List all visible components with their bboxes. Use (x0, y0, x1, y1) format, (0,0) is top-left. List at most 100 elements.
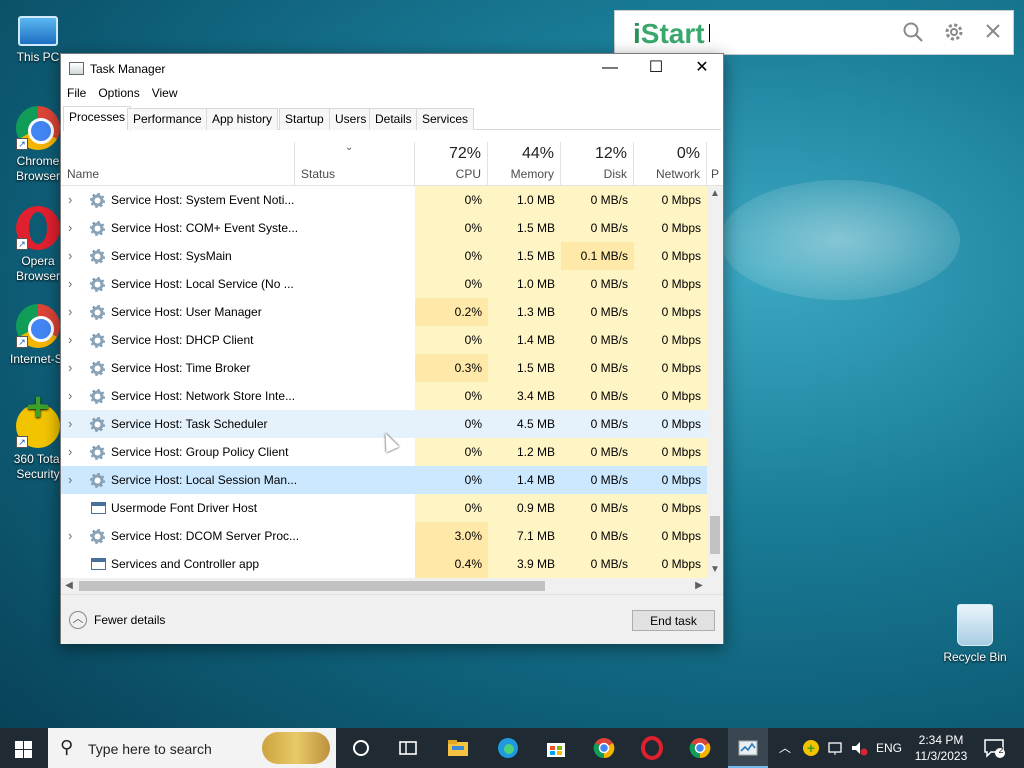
task-view-circle-icon[interactable] (349, 736, 373, 760)
tab-users[interactable]: Users (329, 108, 373, 130)
fewer-details-link[interactable]: Fewer details (94, 613, 165, 627)
tray-chevron-up-icon[interactable]: ︿ (779, 728, 791, 768)
column-header-cpu[interactable]: 72% CPU (415, 142, 488, 186)
expand-chevron-icon[interactable]: › (68, 298, 78, 326)
search-icon: ⚲ (60, 737, 74, 757)
title-bar[interactable]: Task Manager — ☐ ✕ (61, 54, 723, 84)
table-row[interactable]: › Service Host: User Manager 0.2% 1.3 MB 0 M… (61, 298, 707, 326)
tab-processes[interactable]: Processes (63, 106, 132, 131)
chevron-up-icon[interactable]: ︿ (69, 611, 87, 629)
taskbar-task-manager[interactable] (728, 728, 768, 768)
process-name: Usermode Font Driver Host (111, 501, 258, 515)
menu-view[interactable]: View (146, 84, 184, 102)
disk-value: 0 MB/s (561, 382, 634, 410)
chrome-icon[interactable] (592, 736, 616, 760)
table-row[interactable]: › Service Host: Local Service (No ... 0% 1.… (61, 270, 707, 298)
expand-chevron-icon[interactable]: › (68, 214, 78, 242)
vertical-scroll-thumb[interactable] (710, 516, 720, 554)
file-explorer-icon[interactable] (446, 736, 470, 760)
tab-services[interactable]: Services (416, 108, 475, 130)
table-row[interactable]: › Service Host: Network Store Inte... 0% 3.… (61, 382, 707, 410)
tab-details[interactable]: Details (369, 108, 418, 130)
search-icon[interactable] (901, 21, 925, 45)
vertical-scrollbar[interactable]: ▲ ▼ (707, 186, 723, 578)
disk-value: 0 MB/s (561, 186, 634, 214)
tab-app-history[interactable]: App history (206, 108, 279, 130)
column-header-memory[interactable]: 44% Memory (488, 142, 561, 186)
expand-chevron-icon[interactable]: › (68, 466, 78, 494)
clock[interactable]: 2:34 PM 11/3/2023 (906, 732, 976, 764)
scroll-up-icon[interactable]: ▲ (707, 186, 723, 202)
menu-file[interactable]: File (61, 84, 92, 102)
minimize-button[interactable]: — (587, 54, 633, 84)
menu-options[interactable]: Options (92, 84, 145, 102)
scroll-right-icon[interactable]: ▶ (691, 578, 707, 594)
desktop-icon-recycle-bin[interactable]: Recycle Bin (937, 604, 1013, 665)
tab-performance[interactable]: Performance (127, 108, 208, 130)
close-icon[interactable] (981, 21, 1005, 45)
edge-icon[interactable] (496, 736, 520, 760)
column-header-network[interactable]: 0% Network (634, 142, 707, 186)
cpu-value: 0% (415, 494, 488, 522)
column-header-power[interactable]: P (707, 142, 723, 186)
istart-search-bar[interactable]: iStart (614, 10, 1014, 55)
cpu-value: 0% (415, 186, 488, 214)
maximize-button[interactable]: ☐ (633, 54, 679, 84)
gear-icon (90, 417, 105, 432)
scroll-down-icon[interactable]: ▼ (707, 562, 723, 578)
notification-icon[interactable]: 2 (982, 736, 1006, 760)
table-row[interactable]: › Service Host: DCOM Server Proc... 3.0% 7.… (61, 522, 707, 550)
scroll-left-icon[interactable]: ◀ (61, 578, 77, 594)
opera-icon[interactable] (640, 736, 664, 760)
taskbar-search-box[interactable]: ⚲ Type here to search (48, 728, 336, 768)
cpu-value: 0.2% (415, 298, 488, 326)
column-header-disk[interactable]: 12% Disk (561, 142, 634, 186)
volume-muted-icon[interactable] (849, 736, 869, 760)
memory-value: 4.5 MB (488, 410, 561, 438)
expand-chevron-icon[interactable]: › (68, 242, 78, 270)
cpu-value: 0% (415, 326, 488, 354)
expand-chevron-icon[interactable]: › (68, 270, 78, 298)
table-row[interactable]: › Service Host: DHCP Client 0% 1.4 MB 0 MB/s… (61, 326, 707, 354)
expand-chevron-icon[interactable]: › (68, 326, 78, 354)
expand-chevron-icon[interactable]: › (68, 186, 78, 214)
table-row[interactable]: › Service Host: Time Broker 0.3% 1.5 MB 0 MB… (61, 354, 707, 382)
network-icon[interactable] (826, 736, 846, 760)
cpu-value: 0% (415, 270, 488, 298)
table-row[interactable]: › Service Host: COM+ Event Syste... 0% 1.5 … (61, 214, 707, 242)
istart-logo: iStart (633, 18, 705, 49)
task-view-icon[interactable] (396, 736, 420, 760)
column-header-status[interactable]: Status (295, 142, 415, 186)
close-button[interactable]: ✕ (679, 54, 725, 84)
horizontal-scrollbar[interactable]: ◀ ▶ (61, 578, 707, 594)
process-name: Service Host: Time Broker (111, 361, 251, 375)
column-header-name[interactable]: Name (61, 142, 295, 186)
table-row[interactable]: › Service Host: Local Session Man... 0% 1.4… (61, 466, 707, 494)
task-manager-window[interactable]: Task Manager — ☐ ✕ File Options View Proce… (60, 53, 724, 644)
start-button[interactable] (0, 728, 48, 768)
tab-startup[interactable]: Startup (279, 108, 330, 130)
app-window-icon (91, 502, 106, 514)
table-row[interactable]: › Service Host: System Event Noti... 0% 1.0… (61, 186, 707, 214)
language-indicator[interactable]: ENG (876, 728, 902, 768)
expand-chevron-icon[interactable]: › (68, 438, 78, 466)
end-task-button[interactable]: End task (632, 610, 715, 631)
memory-value: 7.1 MB (488, 522, 561, 550)
expand-chevron-icon[interactable]: › (68, 522, 78, 550)
disk-value: 0 MB/s (561, 326, 634, 354)
table-row[interactable]: › Service Host: SysMain 0% 1.5 MB 0.1 MB/s 0 … (61, 242, 707, 270)
taskbar: ⚲ Type here to search ︿ + ENG 2:34 PM 11… (0, 728, 1024, 768)
chrome-icon[interactable] (688, 736, 712, 760)
process-name: Service Host: DHCP Client (111, 333, 254, 347)
process-name: Service Host: System Event Noti... (111, 193, 295, 207)
expand-chevron-icon[interactable]: › (68, 410, 78, 438)
store-icon[interactable] (544, 736, 568, 760)
table-row[interactable]: Services and Controller app 0.4% 3.9 MB 0 M… (61, 550, 707, 578)
table-row[interactable]: Usermode Font Driver Host 0% 0.9 MB 0 MB/s 0… (61, 494, 707, 522)
horizontal-scroll-thumb[interactable] (79, 581, 545, 591)
expand-chevron-icon[interactable]: › (68, 354, 78, 382)
memory-value: 1.5 MB (488, 214, 561, 242)
gear-icon[interactable] (942, 21, 966, 45)
expand-chevron-icon[interactable]: › (68, 382, 78, 410)
360-security-tray-icon[interactable]: + (801, 736, 821, 760)
